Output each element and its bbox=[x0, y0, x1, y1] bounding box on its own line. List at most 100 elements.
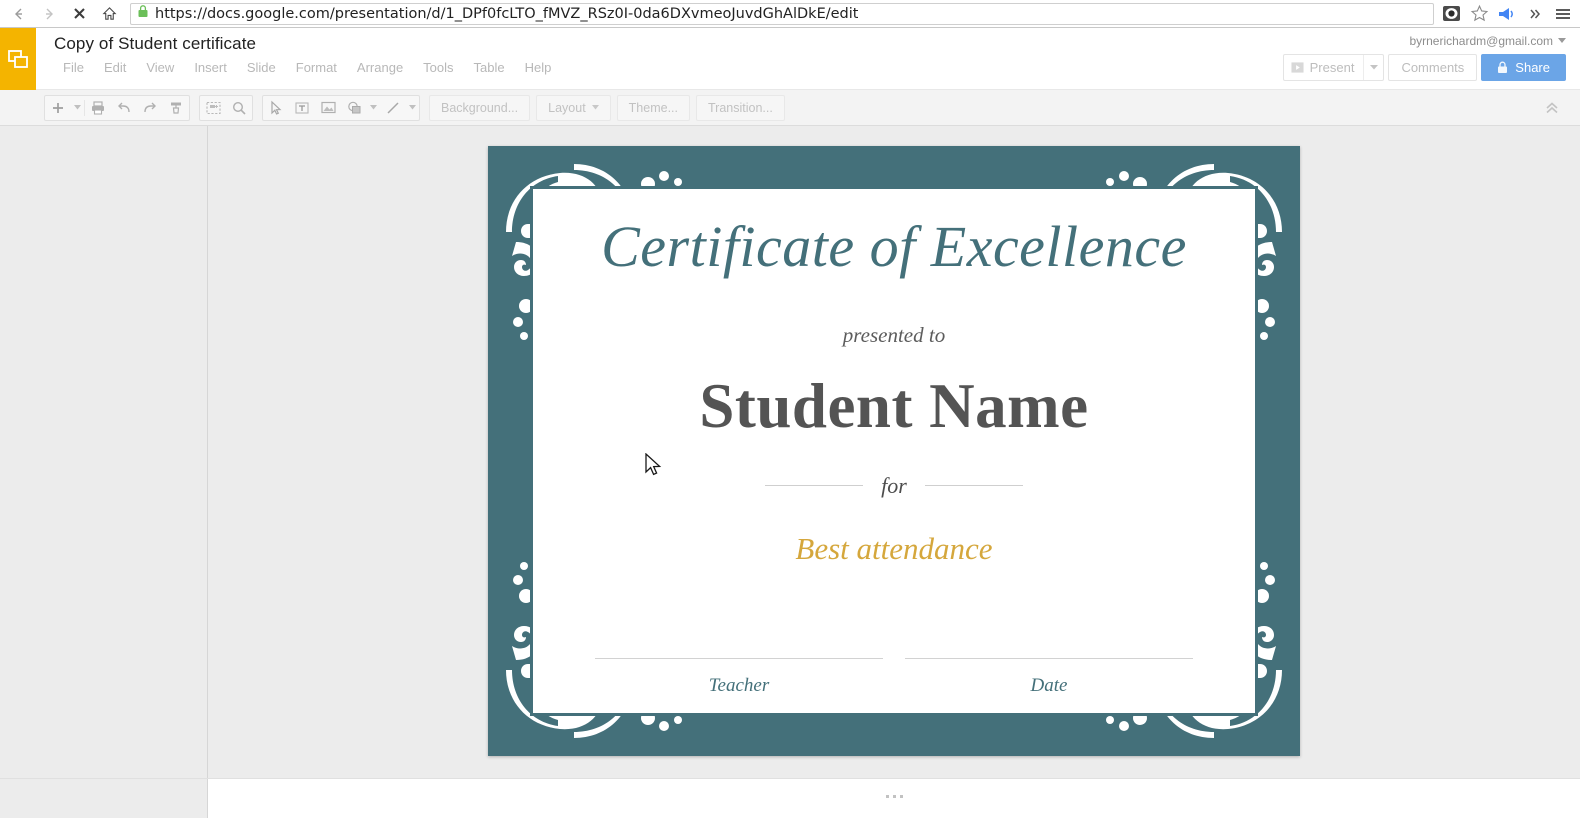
new-slide-dropdown-button[interactable] bbox=[71, 96, 84, 120]
certificate-inner-frame: Certificate of Excellence presented to S… bbox=[530, 186, 1258, 716]
transition-button[interactable]: Transition... bbox=[696, 94, 785, 121]
menu-insert[interactable]: Insert bbox=[185, 58, 236, 77]
back-button[interactable] bbox=[4, 1, 34, 27]
shape-icon bbox=[347, 101, 360, 113]
divider-line-right bbox=[924, 485, 1023, 487]
chevron-double-up-icon bbox=[1546, 102, 1558, 114]
shape-dropdown-button[interactable] bbox=[367, 96, 380, 120]
chrome-menu-button[interactable] bbox=[1550, 1, 1576, 27]
menu-file[interactable]: File bbox=[54, 58, 93, 77]
home-icon bbox=[102, 7, 116, 20]
certificate-slide[interactable]: Certificate of Excellence presented to S… bbox=[488, 146, 1300, 756]
present-dropdown-button[interactable] bbox=[1363, 55, 1383, 80]
menu-view[interactable]: View bbox=[137, 58, 183, 77]
comments-button[interactable]: Comments bbox=[1388, 54, 1478, 81]
print-button[interactable] bbox=[85, 96, 111, 120]
select-tool-button[interactable] bbox=[263, 96, 289, 120]
slide-canvas-area[interactable]: Certificate of Excellence presented to S… bbox=[208, 126, 1580, 798]
eye-extension-button[interactable] bbox=[1438, 1, 1464, 27]
certificate-content: Certificate of Excellence presented to S… bbox=[535, 191, 1253, 711]
signature-block-date[interactable]: Date bbox=[905, 658, 1193, 697]
redo-button[interactable] bbox=[137, 96, 163, 120]
account-menu[interactable]: byrnerichardm@gmail.com bbox=[1283, 34, 1566, 48]
present-group: Present bbox=[1282, 54, 1385, 81]
menu-format[interactable]: Format bbox=[287, 58, 346, 77]
toolbar-group-edit bbox=[44, 94, 190, 121]
drag-dots-icon[interactable] bbox=[488, 795, 1300, 798]
toolbar-group-view bbox=[199, 94, 253, 121]
signature-block-teacher[interactable]: Teacher bbox=[595, 658, 883, 697]
text-box-button[interactable] bbox=[289, 96, 315, 120]
menu-edit[interactable]: Edit bbox=[95, 58, 135, 77]
hamburger-menu-icon bbox=[1556, 8, 1570, 19]
play-icon bbox=[1291, 62, 1304, 73]
plus-icon bbox=[53, 102, 63, 113]
insert-line-button[interactable] bbox=[380, 96, 406, 120]
chevron-down-icon bbox=[591, 105, 599, 110]
overflow-button[interactable] bbox=[1522, 1, 1548, 27]
new-slide-button[interactable] bbox=[45, 96, 71, 120]
redo-arrow-icon bbox=[144, 102, 156, 112]
account-email-text: byrnerichardm@gmail.com bbox=[1409, 34, 1553, 48]
image-icon bbox=[320, 101, 336, 114]
undo-button[interactable] bbox=[111, 96, 137, 120]
insert-image-button[interactable] bbox=[315, 96, 341, 120]
certificate-award[interactable]: Best attendance bbox=[795, 531, 992, 567]
stop-button[interactable] bbox=[64, 1, 94, 27]
menu-slide[interactable]: Slide bbox=[238, 58, 285, 77]
signature-label-teacher[interactable]: Teacher bbox=[595, 675, 883, 697]
line-icon bbox=[387, 101, 399, 114]
certificate-for-row: for bbox=[765, 473, 1023, 499]
certificate-student-name[interactable]: Student Name bbox=[699, 370, 1088, 443]
arrow-right-icon bbox=[46, 8, 53, 19]
megaphone-button[interactable] bbox=[1494, 1, 1520, 27]
certificate-presented-to[interactable]: presented to bbox=[843, 323, 945, 348]
zoom-button[interactable] bbox=[226, 96, 252, 120]
mouse-pointer-icon bbox=[645, 453, 662, 476]
menu-help[interactable]: Help bbox=[516, 58, 561, 77]
fit-to-window-icon bbox=[205, 101, 221, 114]
paint-format-button[interactable] bbox=[163, 96, 189, 120]
bookmark-star-button[interactable] bbox=[1466, 1, 1492, 27]
signature-row: Teacher Date bbox=[535, 658, 1253, 697]
paint-roller-icon bbox=[171, 102, 181, 114]
fit-to-window-button[interactable] bbox=[200, 96, 226, 120]
line-dropdown-button[interactable] bbox=[406, 96, 419, 120]
signature-label-date[interactable]: Date bbox=[905, 675, 1193, 697]
forward-button[interactable] bbox=[34, 1, 64, 27]
share-button[interactable]: Share bbox=[1481, 54, 1566, 81]
chevron-down-icon bbox=[409, 105, 416, 110]
star-bookmark-icon bbox=[1470, 4, 1488, 22]
megaphone-icon bbox=[1499, 7, 1513, 20]
background-button[interactable]: Background... bbox=[429, 94, 531, 121]
lock-icon bbox=[1498, 61, 1508, 73]
slides-logo[interactable] bbox=[0, 28, 36, 90]
stop-x-icon bbox=[73, 8, 85, 19]
layout-label: Layout bbox=[548, 100, 586, 115]
certificate-title[interactable]: Certificate of Excellence bbox=[601, 216, 1187, 278]
cursor-arrow-icon bbox=[271, 100, 282, 115]
home-button[interactable] bbox=[94, 1, 124, 27]
menu-tools[interactable]: Tools bbox=[414, 58, 462, 77]
theme-button[interactable]: Theme... bbox=[616, 94, 690, 121]
undo-arrow-icon bbox=[118, 102, 130, 112]
drag-dot bbox=[892, 795, 896, 798]
layout-button[interactable]: Layout bbox=[536, 94, 611, 121]
drag-dot bbox=[899, 795, 903, 798]
insert-shape-button[interactable] bbox=[341, 96, 367, 120]
slides-logo-icon bbox=[8, 50, 28, 68]
signature-line bbox=[905, 658, 1193, 659]
slide-filmstrip-panel[interactable] bbox=[0, 126, 208, 778]
menu-table[interactable]: Table bbox=[465, 58, 514, 77]
arrow-left-icon bbox=[15, 8, 22, 19]
bottom-strip bbox=[0, 778, 1580, 818]
collapse-toolbar-button[interactable] bbox=[1540, 96, 1564, 120]
address-bar[interactable]: https://docs.google.com/presentation/d/1… bbox=[130, 2, 1434, 25]
certificate-for-label[interactable]: for bbox=[881, 473, 907, 499]
present-label: Present bbox=[1309, 60, 1355, 75]
text-box-icon bbox=[295, 101, 309, 114]
divider-line-left bbox=[765, 485, 864, 487]
share-label: Share bbox=[1515, 60, 1550, 75]
present-button[interactable]: Present bbox=[1284, 55, 1364, 80]
menu-arrange[interactable]: Arrange bbox=[348, 58, 412, 77]
